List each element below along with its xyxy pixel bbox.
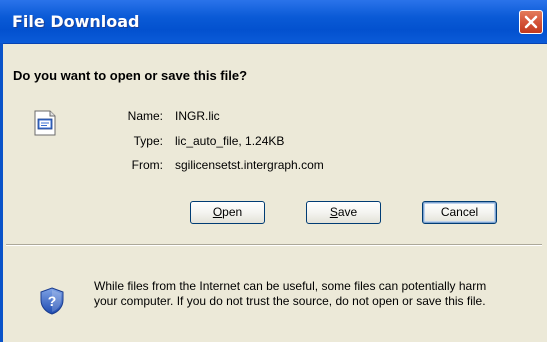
warning-line-2: your computer. If you do not trust the s…	[94, 294, 486, 308]
open-button[interactable]: Open	[190, 201, 265, 224]
security-warning-text: While files from the Internet can be use…	[94, 279, 534, 309]
title-bar[interactable]: File Download	[0, 0, 547, 44]
open-label: pen	[222, 205, 243, 219]
save-label: ave	[337, 205, 358, 219]
open-accelerator: O	[212, 205, 223, 219]
close-button[interactable]	[519, 10, 543, 34]
save-button[interactable]: Save	[306, 201, 381, 224]
divider	[6, 244, 542, 246]
type-value: lic_auto_file, 1.24KB	[175, 134, 285, 148]
svg-text:?: ?	[48, 293, 57, 309]
from-value: sgilicensetst.intergraph.com	[175, 158, 324, 172]
name-label: Name:	[127, 109, 163, 123]
save-accelerator: S	[329, 205, 338, 219]
type-label: Type:	[133, 134, 163, 148]
from-label: From:	[131, 158, 163, 172]
question-text: Do you want to open or save this file?	[13, 68, 248, 83]
security-shield-icon: ?	[40, 287, 64, 315]
name-value: INGR.lic	[175, 109, 220, 123]
cancel-label: Cancel	[440, 205, 479, 219]
window-frame-left	[0, 43, 3, 342]
window-title: File Download	[12, 12, 140, 31]
close-icon	[524, 15, 538, 29]
file-icon	[34, 110, 56, 136]
file-download-dialog: File Download Do you want to open or sav…	[0, 0, 547, 342]
cancel-button[interactable]: Cancel	[422, 201, 497, 224]
warning-line-1: While files from the Internet can be use…	[94, 279, 487, 293]
